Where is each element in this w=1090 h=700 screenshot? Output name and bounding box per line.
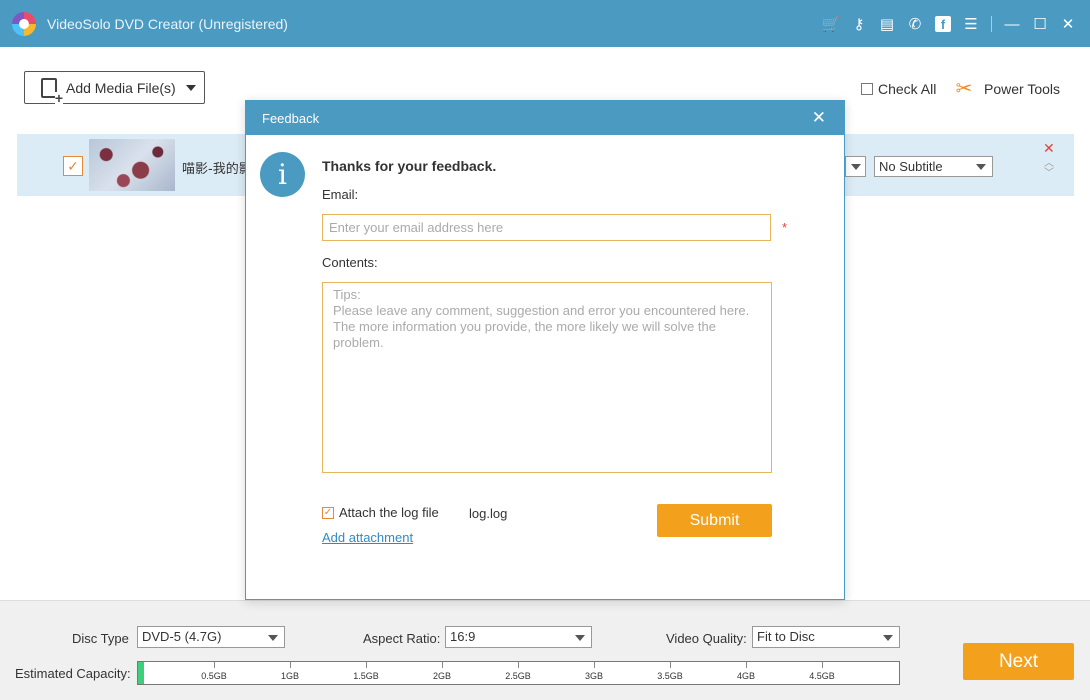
add-media-label: Add Media File(s)	[66, 80, 176, 96]
check-all-label: Check All	[878, 81, 936, 97]
facebook-icon[interactable]: f	[929, 12, 957, 36]
chevron-down-icon	[883, 635, 893, 641]
chat-icon[interactable]: ✆	[901, 12, 929, 36]
capacity-tick	[366, 662, 367, 668]
title-bar-icons: 🛒 ⚷ ▤ ✆ f ☰ — ☐ ✕	[817, 12, 1082, 36]
video-thumbnail[interactable]	[89, 139, 175, 191]
chevron-down-icon	[976, 164, 986, 170]
attach-log-option[interactable]: ✓ Attach the log file	[322, 505, 439, 520]
chevron-down-icon[interactable]	[186, 85, 196, 91]
disc-type-value: DVD-5 (4.7G)	[142, 629, 221, 644]
video-quality-select[interactable]: Fit to Disc	[752, 626, 900, 648]
contents-textarea[interactable]	[322, 282, 772, 473]
attach-log-checkbox[interactable]: ✓	[322, 507, 334, 519]
wrench-icon: ✂	[953, 78, 975, 100]
capacity-tick-label: 3GB	[585, 671, 603, 681]
dialog-title: Feedback	[262, 111, 319, 126]
close-icon[interactable]: ✕	[1054, 12, 1082, 36]
capacity-tick	[670, 662, 671, 668]
capacity-tick-label: 0.5GB	[201, 671, 227, 681]
next-button[interactable]: Next	[963, 643, 1074, 680]
capacity-tick-label: 3.5GB	[657, 671, 683, 681]
capacity-tick-label: 2GB	[433, 671, 451, 681]
app-title: VideoSolo DVD Creator (Unregistered)	[47, 16, 288, 32]
app-logo-icon	[12, 12, 36, 36]
capacity-tick-label: 2.5GB	[505, 671, 531, 681]
title-bar: VideoSolo DVD Creator (Unregistered) 🛒 ⚷…	[0, 0, 1090, 47]
submit-button[interactable]: Submit	[657, 504, 772, 537]
chevron-down-icon	[575, 635, 585, 641]
capacity-tick-label: 1GB	[281, 671, 299, 681]
media-name: 喵影-我的影	[182, 158, 252, 177]
add-media-button[interactable]: Add Media File(s)	[24, 71, 205, 104]
email-field[interactable]	[322, 214, 771, 241]
aspect-ratio-select[interactable]: 16:9	[445, 626, 592, 648]
log-file-name: log.log	[469, 506, 507, 521]
required-marker: *	[782, 220, 787, 235]
add-file-icon	[41, 78, 57, 98]
attach-log-label: Attach the log file	[339, 505, 439, 520]
estimated-capacity-label: Estimated Capacity:	[15, 666, 131, 681]
aspect-ratio-label: Aspect Ratio:	[363, 631, 440, 646]
video-quality-label: Video Quality:	[666, 631, 747, 646]
video-quality-value: Fit to Disc	[757, 629, 815, 644]
capacity-tick	[746, 662, 747, 668]
capacity-bar: 0.5GB 1GB 1.5GB 2GB 2.5GB 3GB 3.5GB 4GB 4.5GB	[137, 661, 900, 685]
chevron-down-icon	[851, 164, 861, 170]
capacity-tick	[442, 662, 443, 668]
bottom-settings-bar	[0, 600, 1090, 700]
minimize-icon[interactable]: —	[998, 12, 1026, 36]
contents-label: Contents:	[322, 255, 378, 270]
aspect-ratio-value: 16:9	[450, 629, 475, 644]
capacity-tick	[214, 662, 215, 668]
cart-icon[interactable]: 🛒	[817, 12, 845, 36]
audio-track-select[interactable]	[845, 156, 866, 177]
move-down-icon[interactable]: ﹀	[1044, 164, 1054, 179]
capacity-tick	[518, 662, 519, 668]
capacity-fill	[138, 662, 144, 684]
check-all[interactable]: Check All	[861, 81, 936, 97]
add-attachment-link[interactable]: Add attachment	[322, 530, 413, 545]
capacity-tick	[290, 662, 291, 668]
check-all-checkbox[interactable]	[861, 83, 873, 95]
capacity-tick-label: 4.5GB	[809, 671, 835, 681]
feedback-dialog: Feedback ✕ i Thanks for your feedback. E…	[245, 100, 845, 600]
subtitle-value: No Subtitle	[879, 159, 943, 174]
close-icon[interactable]: ✕	[812, 108, 826, 128]
power-tools-button[interactable]: ✂ Power Tools	[953, 78, 1060, 100]
dialog-header: Feedback ✕	[246, 101, 844, 135]
email-label: Email:	[322, 187, 358, 202]
capacity-tick	[594, 662, 595, 668]
title-bar-divider	[991, 16, 992, 32]
disc-type-select[interactable]: DVD-5 (4.7G)	[137, 626, 285, 648]
capacity-tick-label: 1.5GB	[353, 671, 379, 681]
capacity-tick-label: 4GB	[737, 671, 755, 681]
capacity-tick	[822, 662, 823, 668]
chevron-down-icon	[268, 635, 278, 641]
info-icon: i	[260, 152, 305, 197]
power-tools-label: Power Tools	[984, 81, 1060, 97]
dialog-heading: Thanks for your feedback.	[322, 158, 496, 174]
register-icon[interactable]: ▤	[873, 12, 901, 36]
key-icon[interactable]: ⚷	[845, 12, 873, 36]
disc-type-label: Disc Type	[72, 631, 129, 646]
media-row-checkbox[interactable]: ✓	[63, 156, 83, 176]
maximize-icon[interactable]: ☐	[1026, 12, 1054, 36]
subtitle-select[interactable]: No Subtitle	[874, 156, 993, 177]
feedback-icon[interactable]: ☰	[957, 12, 985, 36]
